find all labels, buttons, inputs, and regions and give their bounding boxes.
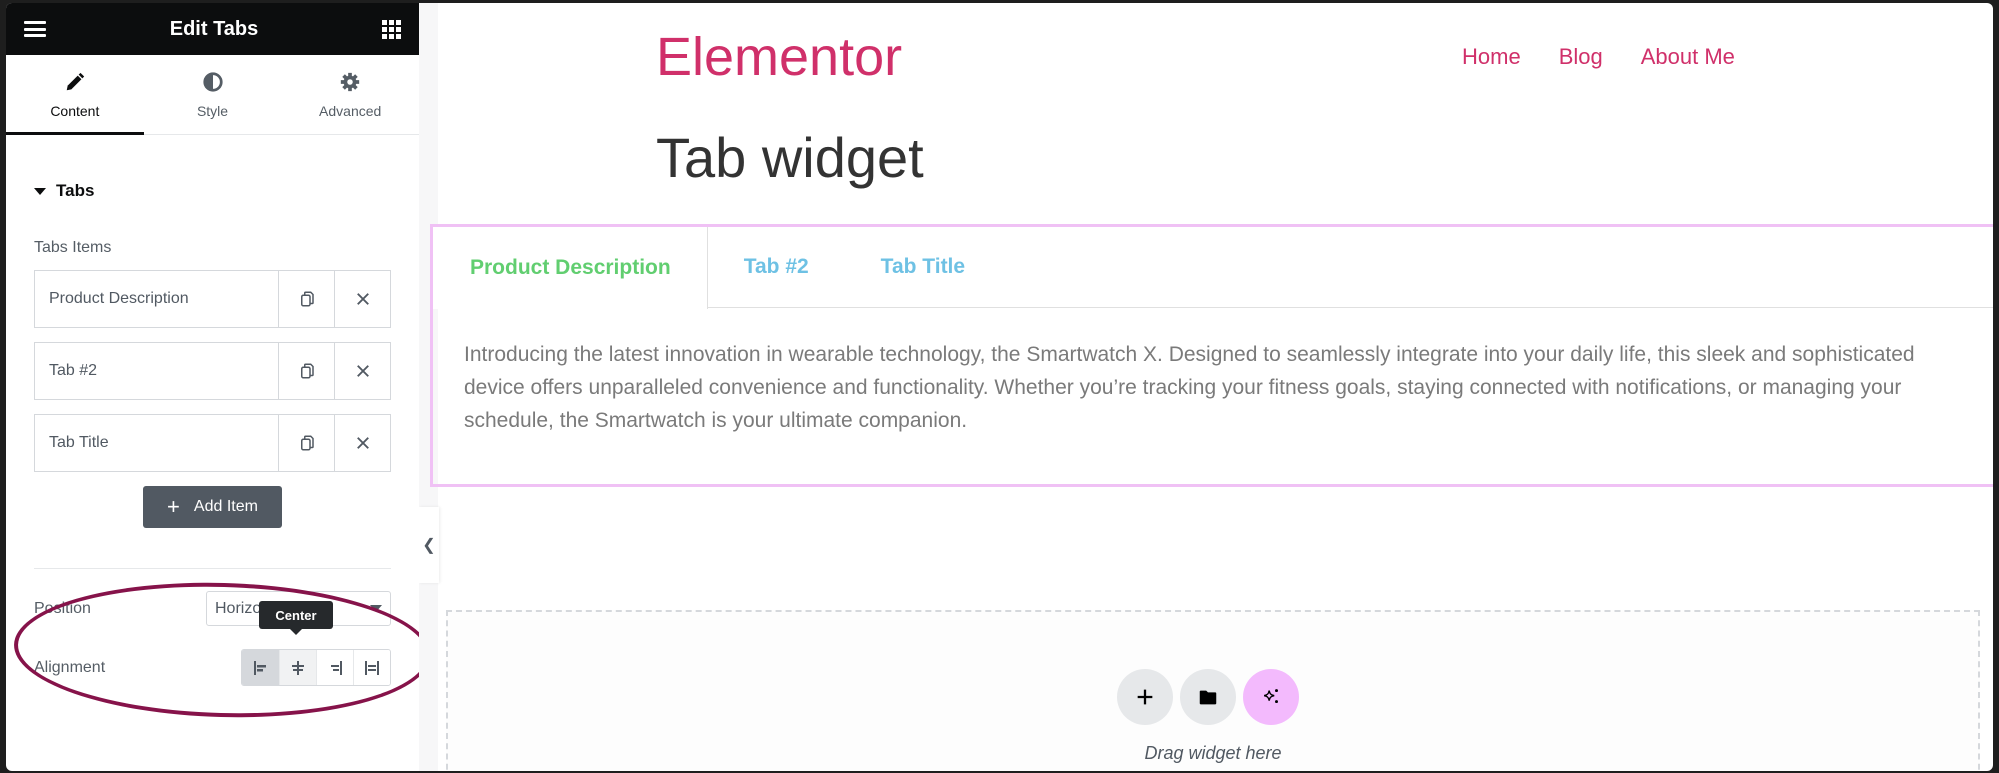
tab-style-label: Style [196,102,229,119]
repeater-item: Product Description [34,270,391,328]
tab-content: Introducing the latest innovation in wea… [464,343,1915,432]
drop-zone-actions [1117,669,1299,725]
align-center-icon [292,660,304,675]
repeater-item-title[interactable]: Tab #2 [35,343,278,399]
tab-content-label: Content [50,102,100,119]
folder-icon [1199,690,1217,705]
close-icon [356,293,369,305]
close-icon [356,365,369,377]
add-section-button[interactable] [1117,669,1173,725]
tab-advanced[interactable]: Advanced [281,55,419,134]
ai-generate-button[interactable] [1243,669,1299,725]
hamburger-icon[interactable] [24,21,46,37]
remove-button[interactable] [334,343,390,399]
repeater-item: Tab #2 [34,342,391,400]
copy-icon [300,363,314,379]
caret-down-icon [34,187,46,195]
add-template-button[interactable] [1180,669,1236,725]
repeater-item-title[interactable]: Product Description [35,271,278,327]
copy-icon [300,291,314,307]
tab-style[interactable]: Style [144,55,282,134]
editor-panel: Edit Tabs Content Style Advanced Tabs Ta… [6,3,419,771]
duplicate-button[interactable] [278,415,334,471]
repeater-item: Tab Title [34,414,391,472]
align-end-icon [331,660,342,675]
tab-content[interactable]: Content [6,55,144,135]
copy-icon [300,435,314,451]
tabs-widget[interactable]: Product Description Tab #2 Tab Title Int… [430,224,1993,487]
align-center-button[interactable] [279,650,316,685]
collapse-panel-button[interactable]: ❮ [419,507,439,583]
duplicate-button[interactable] [278,271,334,327]
preview-tab-2[interactable]: Tab #2 [708,227,845,307]
align-justify-icon [365,660,379,675]
tabs-items-label: Tabs Items [34,239,112,256]
alignment-tooltip: Center [259,601,333,635]
page-title: Tab widget [656,126,924,189]
position-control: Position Horizontal [34,591,391,626]
nav-about-me[interactable]: About Me [1641,44,1735,70]
tabs-header: Product Description Tab #2 Tab Title [433,227,1993,309]
add-item-button[interactable]: + Add Item [143,486,282,528]
section-title: Tabs [56,181,95,200]
remove-button[interactable] [334,271,390,327]
plus-icon: + [167,494,180,519]
sparkles-icon [1263,689,1278,704]
position-label: Position [34,599,91,617]
site-logo[interactable]: Elementor [656,26,902,88]
preview-tab-product-description[interactable]: Product Description [433,227,708,309]
drop-zone-text: Drag widget here [1144,743,1282,763]
tabs-repeater: Product Description Tab #2 Tab Title [34,270,391,472]
grid-icon[interactable] [382,19,401,39]
align-start-icon [253,660,266,675]
panel-header: Edit Tabs [6,3,419,55]
plus-icon [1137,689,1153,705]
repeater-item-title[interactable]: Tab Title [35,415,278,471]
align-justify-button[interactable] [353,650,390,685]
divider [34,568,391,569]
section-toggle-tabs[interactable]: Tabs [34,181,419,201]
alignment-label: Alignment [34,658,106,676]
pencil-icon [66,72,84,90]
chevron-left-icon: ❮ [422,537,436,554]
alignment-choices [241,649,391,686]
nav-blog[interactable]: Blog [1559,44,1603,70]
close-icon [356,437,369,449]
align-start-button[interactable] [242,650,279,685]
half-circle-icon [202,71,223,92]
gear-icon [341,72,360,91]
tab-advanced-label: Advanced [319,102,382,119]
preview-canvas: ❮ Elementor Home Blog About Me Tab widge… [419,3,1993,771]
align-end-button[interactable] [316,650,353,685]
add-item-label: Add Item [193,498,258,515]
duplicate-button[interactable] [278,343,334,399]
chevron-down-icon [370,605,382,612]
nav-home[interactable]: Home [1462,44,1521,70]
site-nav: Home Blog About Me [1462,44,1735,70]
panel-tabs: Content Style Advanced [6,55,419,135]
alignment-control: Alignment [34,649,391,686]
drop-zone[interactable]: Drag widget here [446,610,1980,771]
panel-title: Edit Tabs [169,17,259,40]
preview-tab-title[interactable]: Tab Title [845,227,1001,307]
remove-button[interactable] [334,415,390,471]
